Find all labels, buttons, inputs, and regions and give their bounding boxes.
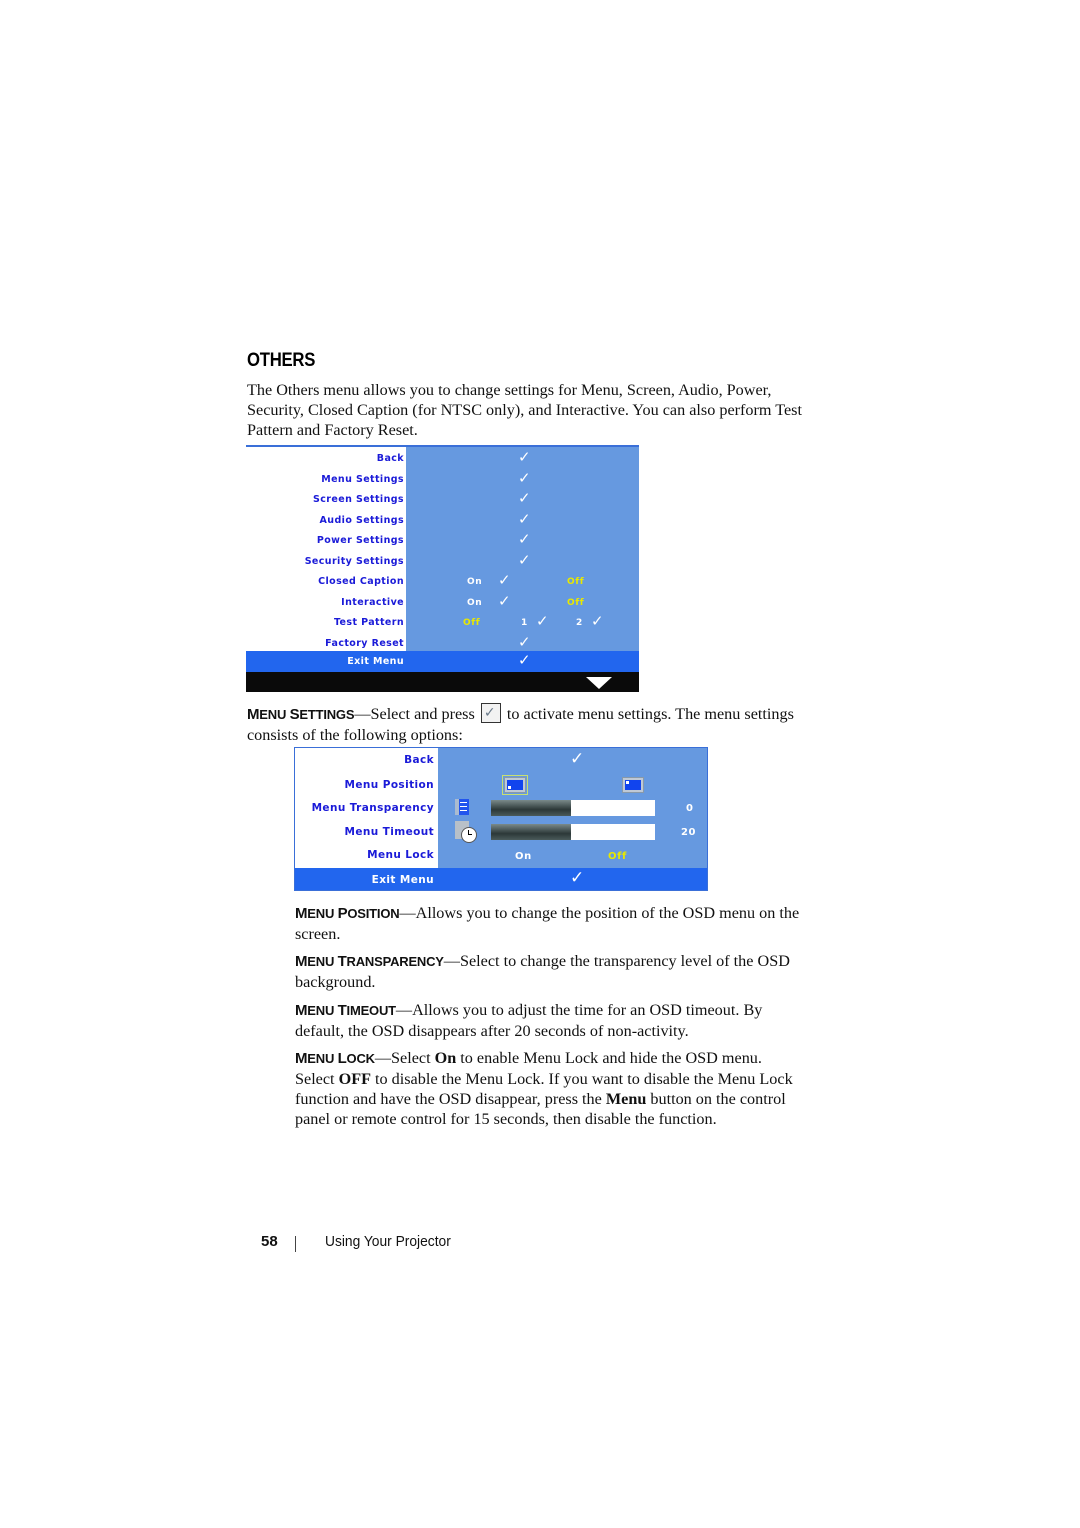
menu-row-screen-settings[interactable]: Screen Settings ✓ — [246, 489, 639, 510]
menu-row-label: Menu Position — [344, 778, 434, 791]
footer-divider — [295, 1236, 296, 1252]
checkmark-icon: ✓ — [518, 530, 531, 548]
menu-row-label: Back — [404, 754, 434, 766]
slider-fill — [491, 800, 572, 816]
menu-row-label: Exit Menu — [347, 656, 404, 667]
menu-settings-paragraph: MENU SETTINGS—Select and press ✓ to acti… — [247, 703, 794, 744]
menu-row-menu-transparency[interactable]: Menu Transparency 0 — [295, 796, 707, 820]
option-off[interactable]: Off — [463, 618, 480, 628]
term-label: MENU LOCK — [295, 1050, 375, 1067]
menu-row-exit-menu[interactable]: Exit Menu ✓ — [295, 868, 707, 890]
menu-row-label: Menu Timeout — [344, 825, 434, 838]
timeout-slider[interactable] — [491, 823, 655, 840]
menu-row-audio-settings[interactable]: Audio Settings ✓ — [246, 510, 639, 531]
position-bottom-left-icon[interactable] — [504, 776, 526, 793]
option-on[interactable]: On — [515, 851, 532, 862]
transparency-value: 0 — [686, 803, 694, 814]
checkmark-icon: ✓ — [536, 612, 549, 630]
term-menu-settings: MENU SETTINGS — [247, 706, 355, 723]
section-heading: Others — [247, 350, 316, 371]
menu-row-back[interactable]: Back ✓ — [295, 749, 707, 773]
checkmark-button-icon: ✓ — [480, 703, 501, 723]
checkmark-icon: ✓ — [518, 489, 531, 507]
menu-row-label: Power Settings — [316, 535, 404, 546]
checkmark-icon: ✓ — [591, 612, 604, 630]
term-label: MENU TIMEOUT — [295, 1002, 396, 1019]
checkmark-icon: ✓ — [498, 571, 511, 589]
intro-paragraph: The Others menu allows you to change set… — [247, 381, 802, 439]
position-top-left-icon[interactable] — [622, 776, 644, 793]
menu-row-label: Audio Settings — [319, 514, 404, 526]
menu-row-label: Security Settings — [304, 555, 404, 567]
chapter-title: Using Your Projector — [325, 1233, 451, 1250]
menu-row-security-settings[interactable]: Security Settings ✓ — [246, 551, 639, 572]
menu-row-label: Menu Settings — [321, 473, 404, 485]
menu-row-menu-settings[interactable]: Menu Settings ✓ — [246, 469, 639, 490]
menu-row-label: Interactive — [341, 596, 404, 608]
option-1[interactable]: 1 — [521, 618, 528, 628]
checkmark-icon: ✓ — [518, 509, 531, 528]
checkmark-icon: ✓ — [518, 448, 531, 466]
menu-settings-osd: Back ✓ Menu Position Menu Transparency 0… — [294, 747, 708, 891]
menu-lock-description: MENU LOCK—Select On to enable Menu Lock … — [295, 1049, 793, 1128]
page-number: 58 — [261, 1233, 278, 1250]
menu-row-interactive[interactable]: Interactive On ✓ Off — [246, 592, 639, 613]
menu-row-label: Screen Settings — [313, 494, 404, 505]
transparency-icon — [455, 799, 469, 815]
menu-row-label: Menu Transparency — [311, 802, 434, 814]
down-triangle-icon[interactable] — [586, 677, 612, 689]
menu-scroll-bar — [246, 672, 639, 692]
transparency-slider[interactable] — [491, 800, 655, 816]
menu-row-closed-caption[interactable]: Closed Caption On ✓ Off — [246, 571, 639, 592]
checkmark-icon: ✓ — [518, 651, 531, 669]
term-label: MENU POSITION — [295, 905, 400, 922]
checkmark-icon: ✓ — [570, 749, 585, 769]
option-on[interactable]: On — [467, 577, 482, 587]
option-2[interactable]: 2 — [576, 618, 583, 628]
menu-row-exit-menu[interactable]: Exit Menu ✓ — [246, 651, 639, 672]
menu-row-menu-position[interactable]: Menu Position — [295, 773, 707, 797]
menu-row-label: Closed Caption — [318, 576, 404, 587]
menu-transparency-description: MENU TRANSPARENCY—Select to change the t… — [295, 952, 790, 991]
menu-row-label: Back — [376, 453, 404, 464]
timeout-value: 20 — [681, 826, 697, 838]
option-off[interactable]: Off — [567, 598, 584, 608]
checkmark-icon: ✓ — [570, 868, 585, 888]
checkmark-icon: ✓ — [518, 550, 531, 569]
menu-row-label: Menu Lock — [367, 849, 434, 861]
menu-row-test-pattern[interactable]: Test Pattern Off 1 ✓ 2 ✓ — [246, 612, 639, 633]
option-on[interactable]: On — [467, 598, 482, 608]
slider-fill — [491, 823, 572, 840]
menu-timeout-description: MENU TIMEOUT—Allows you to adjust the ti… — [295, 1001, 763, 1040]
menu-position-description: MENU POSITION—Allows you to change the p… — [295, 904, 800, 943]
others-osd-menu: Back ✓ Menu Settings ✓ Screen Settings ✓… — [246, 445, 639, 692]
option-off[interactable]: Off — [567, 577, 584, 587]
checkmark-icon: ✓ — [518, 632, 531, 651]
checkmark-icon: ✓ — [498, 591, 511, 610]
menu-row-label: Exit Menu — [371, 874, 434, 886]
checkmark-icon: ✓ — [518, 468, 531, 487]
menu-row-factory-reset[interactable]: Factory Reset ✓ — [246, 633, 639, 654]
clock-icon — [461, 826, 477, 843]
menu-row-label: Factory Reset — [325, 637, 404, 649]
option-off[interactable]: Off — [608, 851, 627, 862]
menu-row-power-settings[interactable]: Power Settings ✓ — [246, 530, 639, 551]
menu-row-label: Test Pattern — [333, 617, 404, 628]
menu-row-menu-lock[interactable]: Menu Lock On Off — [295, 843, 707, 867]
menu-row-back[interactable]: Back ✓ — [246, 448, 639, 469]
menu-row-menu-timeout[interactable]: Menu Timeout 20 — [295, 820, 707, 844]
term-label: MENU TRANSPARENCY — [295, 953, 444, 970]
